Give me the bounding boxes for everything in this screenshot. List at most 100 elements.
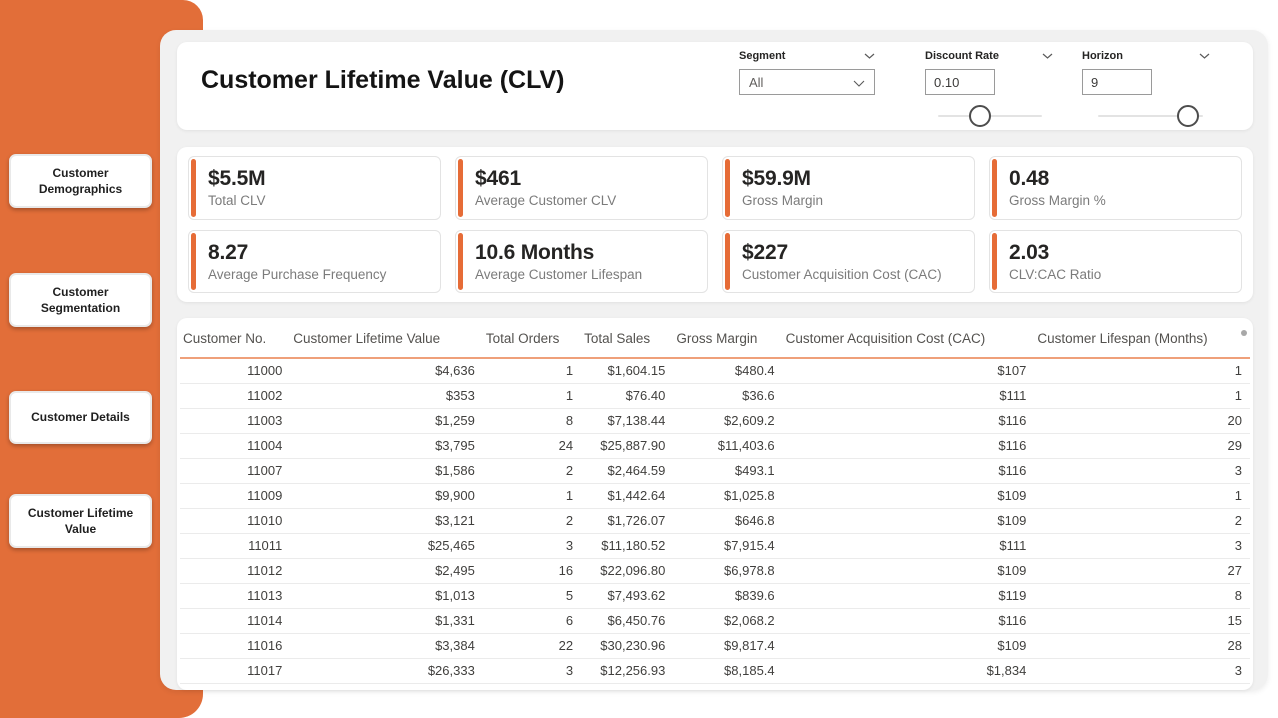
horizon-slider-knob[interactable] bbox=[1177, 105, 1199, 127]
kpi-tile: $5.5MTotal CLV bbox=[188, 156, 441, 220]
kpi-tile: $461Average Customer CLV bbox=[455, 156, 708, 220]
table-cell: $3,121 bbox=[290, 508, 483, 533]
table-row[interactable]: 11000$4,6361$1,604.15$480.4$1071 bbox=[180, 358, 1250, 383]
chevron-down-icon[interactable] bbox=[864, 50, 875, 62]
table-cell: $109 bbox=[783, 483, 1035, 508]
table-cell: $30,230.96 bbox=[581, 633, 673, 658]
table-cell: $1,331 bbox=[290, 608, 483, 633]
sidebar-item-customer-lifetime-value[interactable]: Customer Lifetime Value bbox=[9, 494, 152, 548]
horizon-slider[interactable] bbox=[1098, 104, 1203, 128]
kpi-value: $59.9M bbox=[742, 167, 964, 191]
kpi-grid: $5.5MTotal CLV$461Average Customer CLV $5… bbox=[188, 156, 1242, 293]
table-cell: 11016 bbox=[180, 633, 290, 658]
table-row[interactable]: 11011$25,4653$11,180.52$7,915.4$1113 bbox=[180, 533, 1250, 558]
table-row[interactable]: 11012$2,49516$22,096.80$6,978.8$10927 bbox=[180, 558, 1250, 583]
table-cell: $22,096.80 bbox=[581, 558, 673, 583]
kpi-tile: 2.03CLV:CAC Ratio bbox=[989, 230, 1242, 294]
table-cell: $2,609.2 bbox=[673, 408, 782, 433]
table-cell: 2 bbox=[1034, 508, 1250, 533]
table-cell: $1,259 bbox=[290, 408, 483, 433]
sidebar-item-customer-details[interactable]: Customer Details bbox=[9, 391, 152, 444]
column-header[interactable]: Total Orders bbox=[483, 320, 581, 358]
table-cell: 1 bbox=[1034, 483, 1250, 508]
discount-rate-input[interactable] bbox=[925, 69, 995, 95]
table-row[interactable]: 11010$3,1212$1,726.07$646.8$1092 bbox=[180, 508, 1250, 533]
table-row[interactable]: 11016$3,38422$30,230.96$9,817.4$10928 bbox=[180, 633, 1250, 658]
table-cell: $109 bbox=[783, 633, 1035, 658]
table-cell: 5 bbox=[483, 583, 581, 608]
table-cell: 20 bbox=[1034, 408, 1250, 433]
kpi-tile: 0.48Gross Margin % bbox=[989, 156, 1242, 220]
table-cell: $116 bbox=[783, 608, 1035, 633]
column-header[interactable]: Customer Lifetime Value bbox=[290, 320, 483, 358]
table-row[interactable]: 11017$26,3333$12,256.93$8,185.4$1,8343 bbox=[180, 658, 1250, 683]
kpi-accent-bar bbox=[992, 159, 997, 217]
kpi-accent-bar bbox=[191, 233, 196, 291]
table-cell: $25,887.90 bbox=[581, 433, 673, 458]
table-header-row: Customer No.Customer Lifetime ValueTotal… bbox=[180, 320, 1250, 358]
table-cell: 3 bbox=[1034, 533, 1250, 558]
table-cell: 1 bbox=[1034, 358, 1250, 383]
table-cell: $12,256.93 bbox=[581, 658, 673, 683]
column-header[interactable]: Customer No. bbox=[180, 320, 290, 358]
clv-table: Customer No.Customer Lifetime ValueTotal… bbox=[180, 320, 1250, 684]
table-cell: 6 bbox=[483, 608, 581, 633]
header-card: Customer Lifetime Value (CLV) Segment Al… bbox=[177, 42, 1253, 130]
table-row[interactable]: 11013$1,0135$7,493.62$839.6$1198 bbox=[180, 583, 1250, 608]
column-header[interactable]: Gross Margin bbox=[673, 320, 782, 358]
table-cell: 1 bbox=[1034, 383, 1250, 408]
table-cell: $1,586 bbox=[290, 458, 483, 483]
table-row[interactable]: 11014$1,3316$6,450.76$2,068.2$11615 bbox=[180, 608, 1250, 633]
column-header[interactable]: Customer Lifespan (Months) bbox=[1034, 320, 1250, 358]
table-cell: $116 bbox=[783, 408, 1035, 433]
table-cell: $7,915.4 bbox=[673, 533, 782, 558]
horizon-filter-label: Horizon bbox=[1082, 50, 1123, 62]
table-cell: $839.6 bbox=[673, 583, 782, 608]
column-header[interactable]: Customer Acquisition Cost (CAC) bbox=[783, 320, 1035, 358]
kpi-accent-bar bbox=[458, 233, 463, 291]
table-cell: $3,795 bbox=[290, 433, 483, 458]
table-row[interactable]: 11009$9,9001$1,442.64$1,025.8$1091 bbox=[180, 483, 1250, 508]
discount-rate-slider[interactable] bbox=[938, 104, 1042, 128]
kpi-accent-bar bbox=[725, 233, 730, 291]
segment-dropdown[interactable]: All bbox=[739, 69, 875, 95]
table-cell: $9,817.4 bbox=[673, 633, 782, 658]
chevron-down-icon[interactable] bbox=[1199, 50, 1210, 62]
segment-filter-label: Segment bbox=[739, 50, 785, 62]
dashboard-panel: Customer Lifetime Value (CLV) Segment Al… bbox=[160, 30, 1268, 690]
table-cell: $1,025.8 bbox=[673, 483, 782, 508]
table-row[interactable]: 11003$1,2598$7,138.44$2,609.2$11620 bbox=[180, 408, 1250, 433]
chevron-down-icon[interactable] bbox=[1042, 50, 1053, 62]
table-cell: $107 bbox=[783, 358, 1035, 383]
table-row[interactable]: 11007$1,5862$2,464.59$493.1$1163 bbox=[180, 458, 1250, 483]
table-cell: 15 bbox=[1034, 608, 1250, 633]
sidebar-item-customer-demographics[interactable]: Customer Demographics bbox=[9, 154, 152, 208]
table-row[interactable]: 11002$3531$76.40$36.6$1111 bbox=[180, 383, 1250, 408]
discount-rate-slider-knob[interactable] bbox=[969, 105, 991, 127]
kpi-label: Average Purchase Frequency bbox=[208, 267, 430, 282]
sidebar-item-customer-segmentation[interactable]: Customer Segmentation bbox=[9, 273, 152, 327]
kpi-accent-bar bbox=[725, 159, 730, 217]
table-cell: $76.40 bbox=[581, 383, 673, 408]
table-cell: $3,384 bbox=[290, 633, 483, 658]
horizon-input[interactable] bbox=[1082, 69, 1152, 95]
table-cell: $353 bbox=[290, 383, 483, 408]
table-cell: 11007 bbox=[180, 458, 290, 483]
table-cell: 2 bbox=[483, 458, 581, 483]
segment-dropdown-value: All bbox=[749, 75, 763, 90]
table-cell: $1,604.15 bbox=[581, 358, 673, 383]
table-cell: $109 bbox=[783, 558, 1035, 583]
table-cell: $493.1 bbox=[673, 458, 782, 483]
table-cell: 27 bbox=[1034, 558, 1250, 583]
kpi-label: Average Customer CLV bbox=[475, 193, 697, 208]
kpi-label: Gross Margin % bbox=[1009, 193, 1231, 208]
kpi-value: 8.27 bbox=[208, 241, 430, 265]
table-cell: 1 bbox=[483, 358, 581, 383]
table-row[interactable]: 11004$3,79524$25,887.90$11,403.6$11629 bbox=[180, 433, 1250, 458]
table-cell: $646.8 bbox=[673, 508, 782, 533]
table-card: Customer No.Customer Lifetime ValueTotal… bbox=[177, 318, 1253, 690]
kpi-value: $5.5M bbox=[208, 167, 430, 191]
table-scrollbar[interactable] bbox=[1241, 330, 1247, 336]
chevron-down-icon bbox=[853, 75, 865, 90]
column-header[interactable]: Total Sales bbox=[581, 320, 673, 358]
